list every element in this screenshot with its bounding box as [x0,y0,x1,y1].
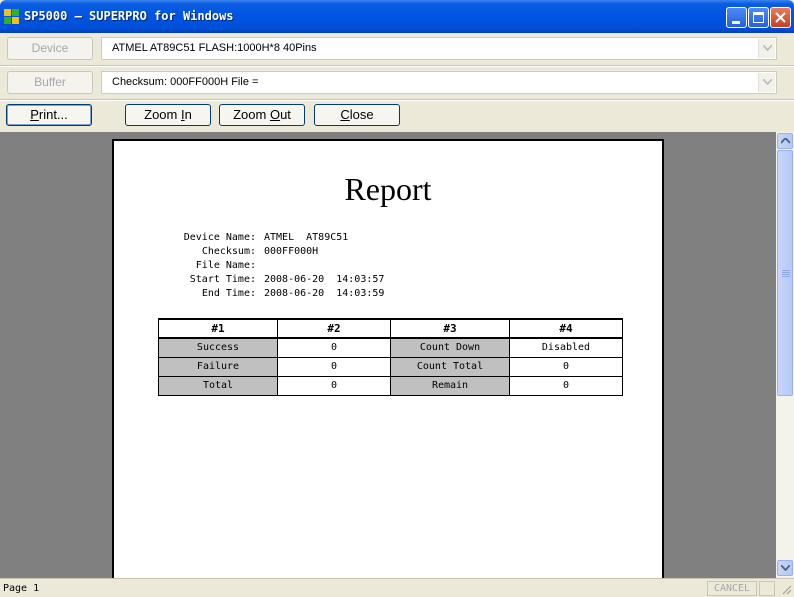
grip-line [782,276,790,277]
device-value: ATMEL AT89C51 FLASH:1000H*8 40Pins [112,42,317,54]
table-header: #4 [509,318,623,339]
chevron-up-icon [781,138,790,144]
info-label: Checksum: [201,246,256,257]
table-cell: Count Total [390,356,510,377]
print-accel: P [30,107,39,122]
print-label: rint... [38,107,68,122]
table-cell: 0 [277,337,391,358]
table-row: Success 0 Count Down Disabled [158,337,623,358]
app-icon [4,9,20,25]
chevron-down-icon [763,79,772,85]
info-value: 2008-06-20 14:03:59 [264,288,385,299]
buffer-value: Checksum: 000FF000H File = [112,76,259,88]
minimize-button[interactable] [726,7,747,28]
scroll-down-button[interactable] [777,560,793,576]
scroll-thumb[interactable] [777,150,793,396]
close-window-button[interactable] [770,7,791,28]
zoom-in-label: Zoom [144,107,181,122]
buffer-button[interactable]: Buffer [7,71,93,94]
zoom-in-button[interactable]: Zoom In [125,104,211,126]
maximize-button[interactable] [748,7,769,28]
info-value: 2008-06-20 14:03:57 [264,274,385,285]
table-cell: Disabled [509,337,623,358]
zoom-in-label-end: n [184,107,192,122]
info-label: Device Name: [183,232,256,243]
table-cell: 0 [277,356,391,377]
grip-line [782,272,790,273]
buffer-dropdown-button[interactable] [758,73,775,92]
close-label: lose [349,107,374,122]
table-cell: Remain [390,375,510,396]
vertical-scrollbar[interactable] [776,132,794,578]
scroll-up-button[interactable] [777,133,793,149]
resize-grip-icon[interactable] [780,583,792,595]
maximize-icon [753,12,764,23]
divider [0,66,794,67]
status-panel [759,581,775,596]
table-cell: 0 [277,375,391,396]
device-combobox[interactable]: ATMEL AT89C51 FLASH:1000H*8 40Pins [101,37,777,60]
chevron-down-icon [763,45,772,51]
close-icon [775,12,786,23]
buffer-combobox[interactable]: Checksum: 000FF000H File = [101,71,777,94]
table-cell: Failure [158,356,278,377]
table-header: #1 [158,318,278,339]
print-button[interactable]: Print... [6,104,92,126]
device-button[interactable]: Device [7,37,93,60]
table-header: #3 [390,318,510,339]
cancel-status: CANCEL [707,581,757,596]
info-label: End Time: [201,288,256,299]
minimize-icon [732,21,740,24]
info-value: 000FF000H [264,246,319,257]
table-header-row: #1 #2 #3 #4 [158,318,623,339]
device-dropdown-button[interactable] [758,39,775,58]
zoom-out-label: Zoom [233,107,270,122]
chevron-down-icon [781,565,790,571]
table-row: Failure 0 Count Total 0 [158,356,623,377]
divider [0,100,794,101]
table-cell: 0 [509,356,623,377]
table-cell: 0 [509,375,623,396]
table-header: #2 [277,318,391,339]
grip-line [782,270,790,271]
close-button[interactable]: Close [314,104,400,126]
table-cell: Total [158,375,278,396]
status-bar: Page 1 CANCEL [0,578,794,597]
title-bar[interactable]: SP5000 — SUPERPRO for Windows [0,0,794,33]
report-page: Report Device Name: Checksum: File Name:… [112,139,664,578]
info-value: ATMEL AT89C51 [264,232,349,243]
table-row: Total 0 Remain 0 [158,375,623,396]
grip-line [782,274,790,275]
stats-table: #1 #2 #3 #4 Success 0 Count Down Disable… [158,318,623,396]
window-title: SP5000 — SUPERPRO for Windows [24,9,234,23]
zoom-out-label-end: ut [280,107,291,122]
info-label: File Name: [195,260,256,271]
table-cell: Success [158,337,278,358]
info-label: Start Time: [189,274,256,285]
report-title: Report [344,171,432,207]
table-cell: Count Down [390,337,510,358]
page-indicator: Page 1 [3,583,40,594]
zoom-out-button[interactable]: Zoom Out [219,104,305,126]
print-preview-area[interactable]: Report Device Name: Checksum: File Name:… [0,132,776,578]
zoom-out-accel: O [269,107,281,122]
close-accel: C [340,107,350,122]
